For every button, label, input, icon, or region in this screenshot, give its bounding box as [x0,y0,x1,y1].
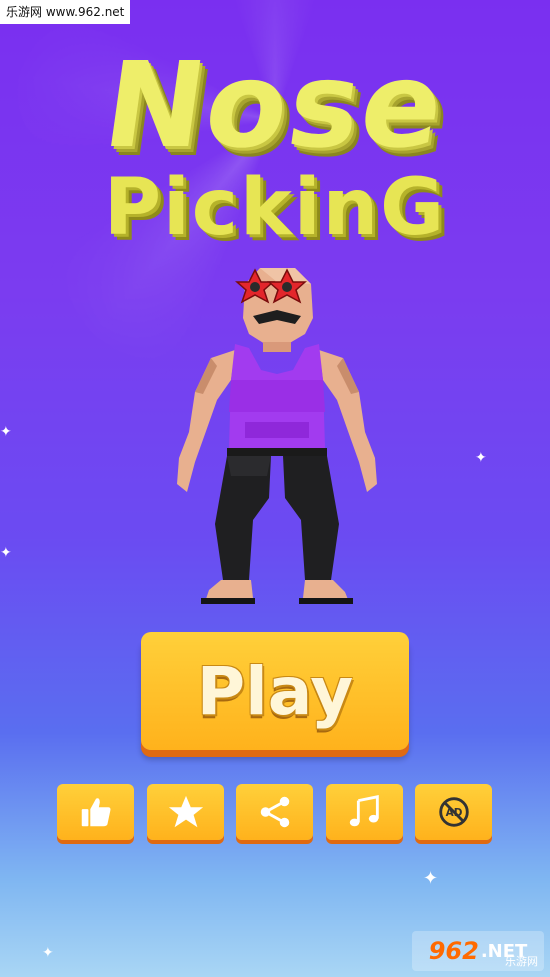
play-button[interactable]: Play [141,632,409,750]
share-icon [260,796,289,828]
icon-button-row: AD [57,784,495,842]
star-icon [168,795,203,828]
thumbs-up-icon [81,798,110,827]
watermark-top: 乐游网 www.962.net [0,0,131,24]
no-ads-icon: AD [438,797,469,827]
sparkle: ✦ [42,945,54,961]
sparkle: ✦ [475,450,487,466]
watermark-cn: 乐游网 [505,955,538,968]
no-ads-label: AD [445,807,462,819]
like-button[interactable] [57,784,134,840]
music-button[interactable] [326,784,403,840]
play-label: Play [196,652,354,730]
watermark-number: 962 [428,937,479,965]
watermark-bottom: 962 .NET 乐游网 [412,931,544,971]
sparkle: ✦ [423,868,439,889]
music-note-icon [349,795,379,827]
title-line-1: Nose [96,36,454,174]
rate-button[interactable] [147,784,224,840]
sparkle: ✦ [0,545,12,561]
share-button[interactable] [236,784,313,840]
character-figure [177,268,377,604]
sparkle: ✦ [0,424,12,440]
title-line-2: PickinG [103,163,447,253]
no-ads-button[interactable]: AD [415,784,492,840]
